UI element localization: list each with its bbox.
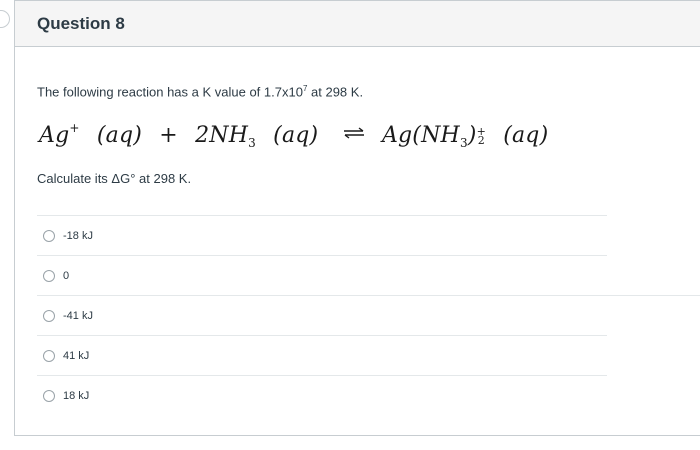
equation-reactant2-state: (aq) bbox=[273, 123, 319, 148]
equation-product-state: (aq) bbox=[503, 123, 549, 148]
question-header: Question 8 bbox=[15, 1, 700, 47]
radio-button-icon[interactable] bbox=[43, 349, 55, 362]
answer-label: -41 kJ bbox=[63, 309, 93, 322]
equation-reactant1-state: (aq) bbox=[96, 123, 143, 148]
equation-reactant2-subscript: 3 bbox=[248, 136, 256, 150]
previous-arrow-icon[interactable] bbox=[0, 10, 10, 28]
answer-option[interactable]: -41 kJ bbox=[37, 295, 700, 335]
answer-label: 0 bbox=[63, 269, 70, 282]
answer-option[interactable]: 0 bbox=[37, 255, 607, 295]
equation-product: Ag(NH bbox=[381, 123, 460, 148]
equation-reactant2: 2NH bbox=[195, 123, 249, 148]
equation-product-count: 2 bbox=[477, 134, 485, 147]
answer-option[interactable]: 41 kJ bbox=[37, 335, 607, 375]
question-prompt: Calculate its ΔG° at 298 K. bbox=[37, 171, 192, 186]
question-text-suffix: at 298 K. bbox=[307, 84, 364, 100]
equation-plus: + bbox=[159, 123, 178, 148]
answer-label: -18 kJ bbox=[63, 229, 93, 242]
radio-button-icon[interactable] bbox=[43, 269, 55, 282]
equation-product-subscript: 3 bbox=[459, 136, 468, 150]
equation-product-close: ) bbox=[467, 123, 477, 148]
answer-label: 41 kJ bbox=[63, 349, 90, 362]
question-text-prefix: The following reaction has a K value of … bbox=[37, 84, 303, 100]
question-card: Question 8 The following reaction has a … bbox=[14, 0, 700, 436]
reaction-equation: Ag+ (aq) + 2NH3 (aq) Ag(NH3) +2 (aq) bbox=[39, 121, 548, 150]
equation-reactant1: Ag bbox=[39, 123, 70, 148]
radio-button-icon[interactable] bbox=[43, 389, 55, 402]
equilibrium-arrows-icon bbox=[343, 127, 364, 139]
question-text: The following reaction has a K value of … bbox=[37, 84, 363, 99]
radio-button-icon[interactable] bbox=[43, 309, 55, 322]
answer-option[interactable]: 18 kJ bbox=[37, 375, 607, 415]
equation-reactant1-charge: + bbox=[69, 121, 80, 135]
question-title: Question 8 bbox=[37, 13, 125, 33]
radio-button-icon[interactable] bbox=[43, 229, 55, 242]
equation-product-charge-count: +2 bbox=[477, 126, 486, 147]
answer-list: -18 kJ 0 -41 kJ 41 kJ 18 kJ bbox=[37, 215, 700, 415]
answer-option[interactable]: -18 kJ bbox=[37, 215, 607, 255]
answer-label: 18 kJ bbox=[63, 389, 90, 402]
